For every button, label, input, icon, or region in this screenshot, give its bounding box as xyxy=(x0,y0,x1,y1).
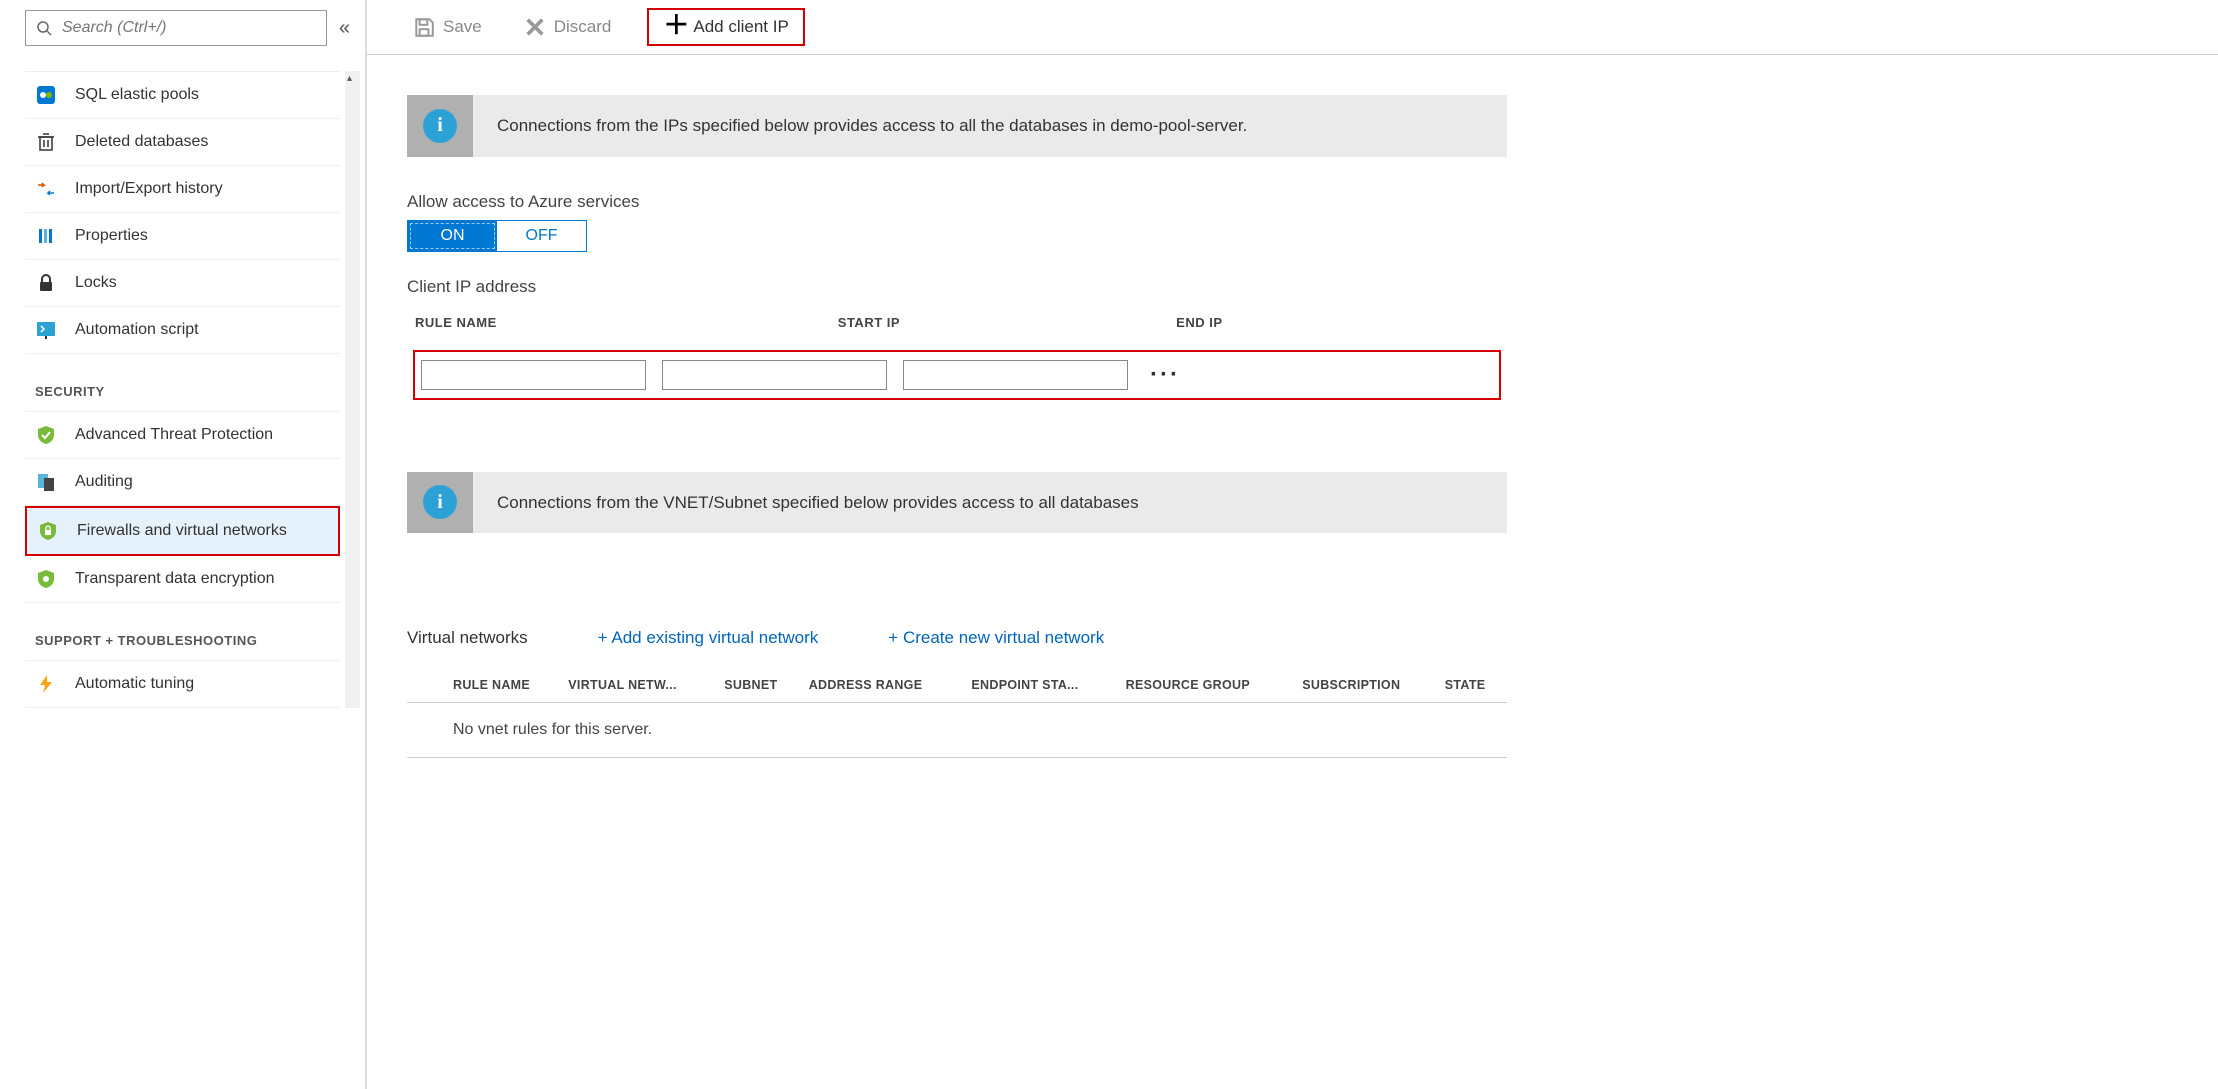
elastic-pools-icon xyxy=(35,84,57,106)
col-start-ip: START IP xyxy=(830,305,1168,348)
toggle-on[interactable]: ON xyxy=(408,221,497,251)
vnet-col-rg: RESOURCE GROUP xyxy=(1120,668,1297,703)
vnet-col-sub: SUBSCRIPTION xyxy=(1296,668,1439,703)
shield-check-icon xyxy=(35,424,57,446)
section-header-support: SUPPORT + TROUBLESHOOTING xyxy=(25,603,340,661)
scroll-up-icon[interactable]: ▴ xyxy=(347,73,352,84)
scrollbar[interactable]: ▴ xyxy=(345,71,360,708)
sidebar-item-deleted-databases[interactable]: Deleted databases xyxy=(25,119,340,166)
properties-icon xyxy=(35,225,57,247)
discard-button[interactable]: Discard xyxy=(518,12,618,42)
sidebar-item-label: Advanced Threat Protection xyxy=(75,426,273,444)
sidebar-item-label: Automatic tuning xyxy=(75,675,194,693)
col-rule-name: RULE NAME xyxy=(407,305,830,348)
toggle-off[interactable]: OFF xyxy=(497,221,586,251)
lock-icon xyxy=(35,272,57,294)
plus-icon: ＋ xyxy=(663,16,685,38)
info-icon: i xyxy=(423,485,457,519)
sidebar-item-label: Locks xyxy=(75,274,117,292)
sidebar-item-label: Automation script xyxy=(75,321,199,339)
discard-label: Discard xyxy=(554,17,612,37)
new-rule-row: ··· xyxy=(415,352,1499,398)
info-icon: i xyxy=(423,109,457,143)
end-ip-input[interactable] xyxy=(903,360,1128,390)
vnet-col-vnet: VIRTUAL NETW... xyxy=(562,668,718,703)
info-banner-ips: i Connections from the IPs specified bel… xyxy=(407,95,1507,157)
sidebar-item-label: Firewalls and virtual networks xyxy=(77,522,287,540)
sidebar-item-label: Deleted databases xyxy=(75,133,208,151)
add-client-ip-label: Add client IP xyxy=(693,17,788,37)
lightning-icon xyxy=(35,673,57,695)
client-ip-label: Client IP address xyxy=(407,277,1507,297)
sidebar-item-transparent-data-encryption[interactable]: Transparent data encryption xyxy=(25,556,340,603)
vnet-rules-table: RULE NAME VIRTUAL NETW... SUBNET ADDRESS… xyxy=(407,668,1507,758)
discard-icon xyxy=(524,16,546,38)
sidebar-item-label: Auditing xyxy=(75,473,133,491)
vnet-col-subnet: SUBNET xyxy=(718,668,802,703)
search-icon xyxy=(36,20,52,36)
more-actions-icon[interactable]: ··· xyxy=(1144,361,1180,389)
firewall-rules-table: RULE NAME START IP END IP ·· xyxy=(407,305,1507,402)
allow-access-label: Allow access to Azure services xyxy=(407,192,1507,212)
sidebar-item-automatic-tuning[interactable]: Automatic tuning xyxy=(25,661,340,708)
vnet-col-endpoint: ENDPOINT STA... xyxy=(965,668,1119,703)
virtual-networks-title: Virtual networks xyxy=(407,628,528,648)
save-icon xyxy=(413,16,435,38)
section-header-security: SECURITY xyxy=(25,354,340,412)
toolbar: Save Discard ＋ Add client IP xyxy=(367,0,2218,55)
sidebar-item-label: Properties xyxy=(75,227,148,245)
sidebar-item-firewalls-virtual-networks[interactable]: Firewalls and virtual networks xyxy=(25,506,340,556)
add-client-ip-button[interactable]: ＋ Add client IP xyxy=(647,8,804,46)
sidebar-item-advanced-threat-protection[interactable]: Advanced Threat Protection xyxy=(25,412,340,459)
sidebar-item-label: Import/Export history xyxy=(75,180,223,198)
import-export-icon xyxy=(35,178,57,200)
sidebar-item-import-export-history[interactable]: Import/Export history xyxy=(25,166,340,213)
sidebar-item-label: Transparent data encryption xyxy=(75,570,275,588)
sidebar: « ▴ SQL elastic pools Deleted databases xyxy=(0,0,365,1089)
collapse-icon[interactable]: « xyxy=(339,17,350,40)
col-end-ip: END IP xyxy=(1168,305,1438,348)
save-label: Save xyxy=(443,17,482,37)
sidebar-item-auditing[interactable]: Auditing xyxy=(25,459,340,506)
info-banner-text: Connections from the IPs specified below… xyxy=(473,95,1271,157)
search-box[interactable] xyxy=(25,10,327,46)
info-banner-vnet-text: Connections from the VNET/Subnet specifi… xyxy=(473,472,1163,534)
search-input[interactable] xyxy=(62,19,316,37)
shield-lock-icon xyxy=(37,520,59,542)
rule-name-input[interactable] xyxy=(421,360,646,390)
no-vnet-rules-text: No vnet rules for this server. xyxy=(447,703,1507,758)
sidebar-item-automation-script[interactable]: Automation script xyxy=(25,307,340,354)
vnet-col-rule: RULE NAME xyxy=(447,668,562,703)
automation-script-icon xyxy=(35,319,57,341)
sidebar-item-locks[interactable]: Locks xyxy=(25,260,340,307)
info-banner-vnet: i Connections from the VNET/Subnet speci… xyxy=(407,472,1507,534)
main-panel: Save Discard ＋ Add client IP i Connectio… xyxy=(367,0,2218,1089)
shield-icon xyxy=(35,568,57,590)
sidebar-item-label: SQL elastic pools xyxy=(75,86,199,104)
save-button[interactable]: Save xyxy=(407,12,488,42)
trash-icon xyxy=(35,131,57,153)
create-new-vnet-link[interactable]: + Create new virtual network xyxy=(888,628,1104,648)
add-existing-vnet-link[interactable]: + Add existing virtual network xyxy=(598,628,819,648)
vnet-col-addr: ADDRESS RANGE xyxy=(803,668,966,703)
auditing-icon xyxy=(35,471,57,493)
vnet-col-state: STATE xyxy=(1439,668,1507,703)
sidebar-item-properties[interactable]: Properties xyxy=(25,213,340,260)
allow-access-toggle[interactable]: ON OFF xyxy=(407,220,587,252)
sidebar-item-sql-elastic-pools[interactable]: SQL elastic pools xyxy=(25,71,340,119)
start-ip-input[interactable] xyxy=(662,360,887,390)
